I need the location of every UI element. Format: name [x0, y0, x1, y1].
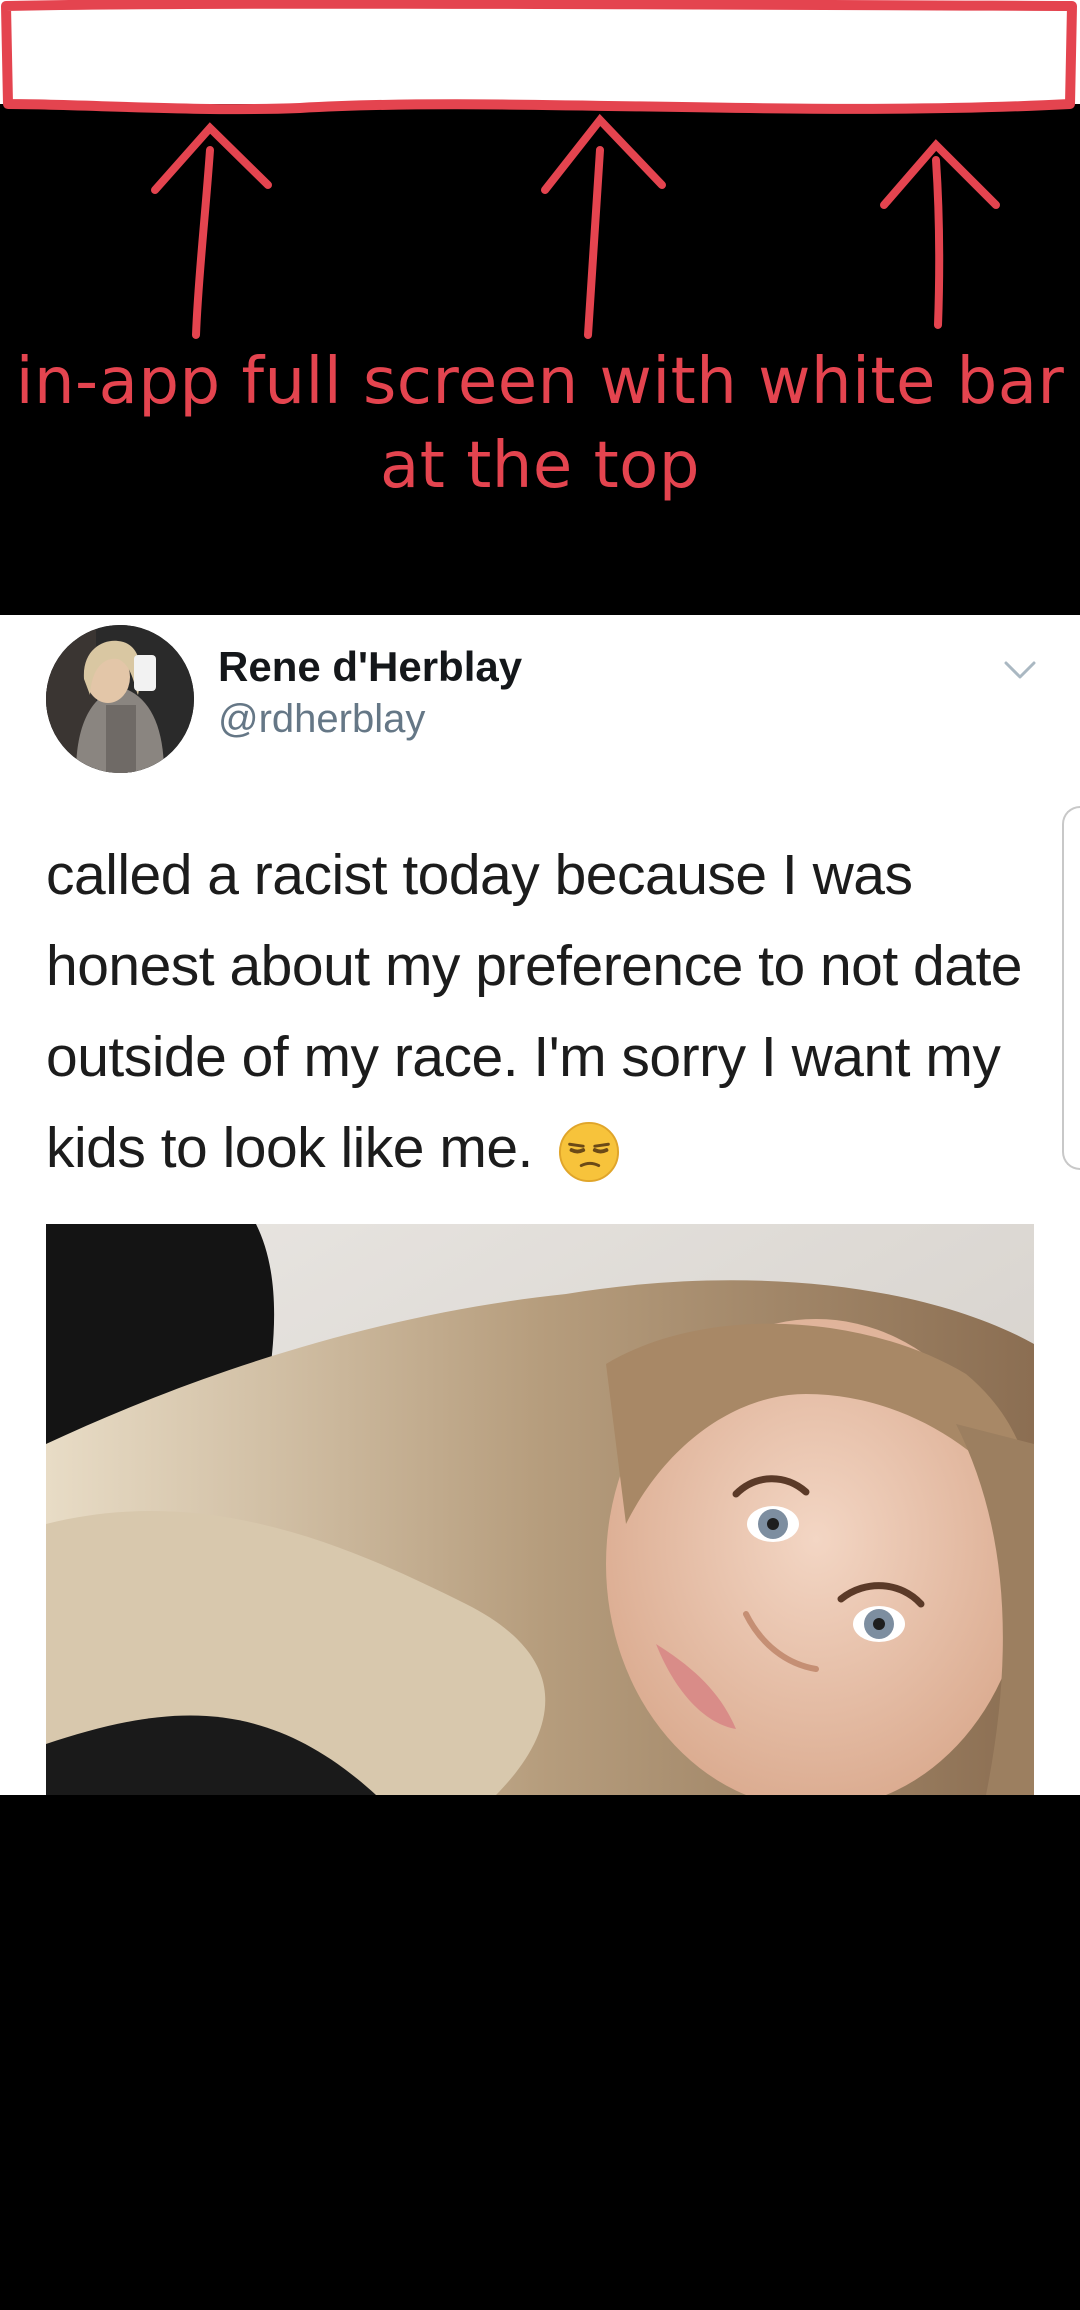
annotation-line-1: in-app full screen with white bar — [15, 345, 1065, 419]
portrait-photo — [46, 1224, 1034, 1795]
avatar[interactable] — [46, 625, 194, 773]
unamused-face-icon — [559, 1121, 620, 1182]
arrow-icon — [541, 113, 666, 339]
highlight-outline — [1, 0, 1077, 115]
tweet-text: called a racist today because I was hone… — [46, 830, 1046, 1194]
author-handle[interactable]: @rdherblay — [218, 697, 425, 742]
arrow-icon — [151, 122, 272, 339]
tweet-image[interactable] — [46, 1224, 1034, 1795]
bottom-background — [0, 1795, 1080, 2310]
annotation-overlay — [1, 0, 1077, 339]
arrow-icon — [880, 139, 1000, 329]
chevron-down-icon[interactable] — [1000, 655, 1040, 685]
scrollbar[interactable] — [1062, 806, 1080, 1170]
avatar-photo — [46, 625, 194, 773]
author-name[interactable]: Rene d'Herblay — [218, 643, 522, 691]
tweet-body: called a racist today because I was hone… — [46, 843, 1023, 1180]
annotation-line-2: at the top — [380, 429, 700, 503]
annotation-caption: in-app full screen with white bar at the… — [0, 340, 1080, 508]
